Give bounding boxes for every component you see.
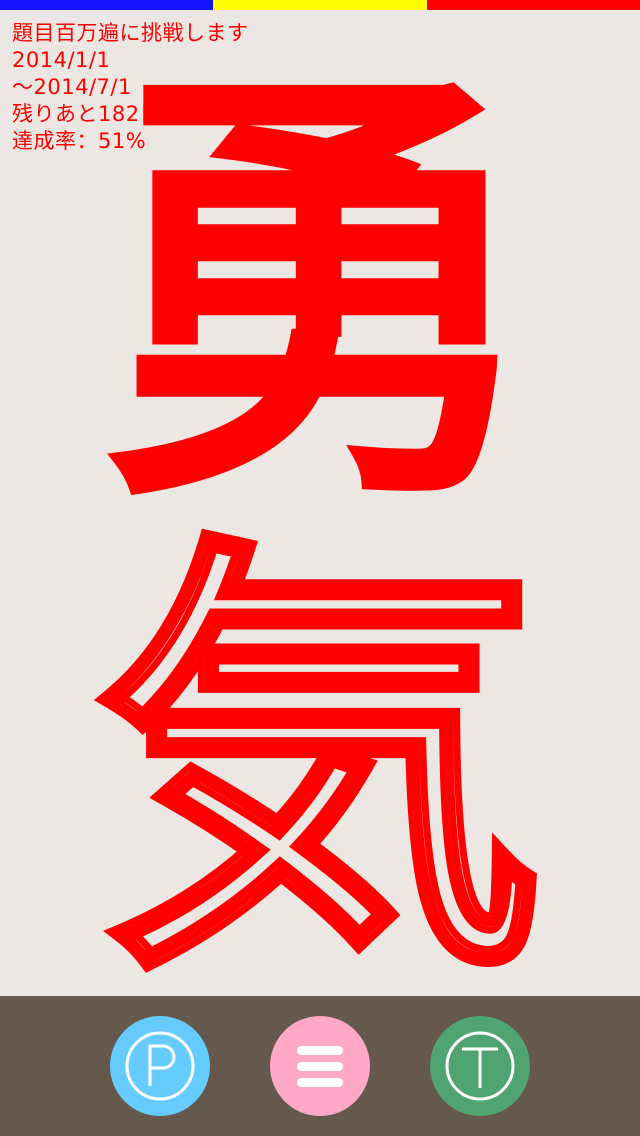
circled-p-icon [125, 1031, 195, 1101]
circled-t-icon [445, 1031, 515, 1101]
kanji-filled-yuu: 勇 [95, 33, 545, 557]
progress-kanji-display: 勇 気 [0, 40, 640, 1000]
menu-button[interactable] [270, 1016, 370, 1116]
t-button[interactable] [430, 1016, 530, 1116]
top-bar-yellow-segment [213, 0, 427, 10]
hamburger-menu-icon [297, 1046, 343, 1087]
top-color-bar [0, 0, 640, 10]
kanji-outline-ki: 気 [92, 503, 549, 1027]
top-bar-red-segment [426, 0, 640, 10]
bottom-toolbar [0, 996, 640, 1136]
top-bar-blue-segment [0, 0, 214, 10]
p-button[interactable] [110, 1016, 210, 1116]
